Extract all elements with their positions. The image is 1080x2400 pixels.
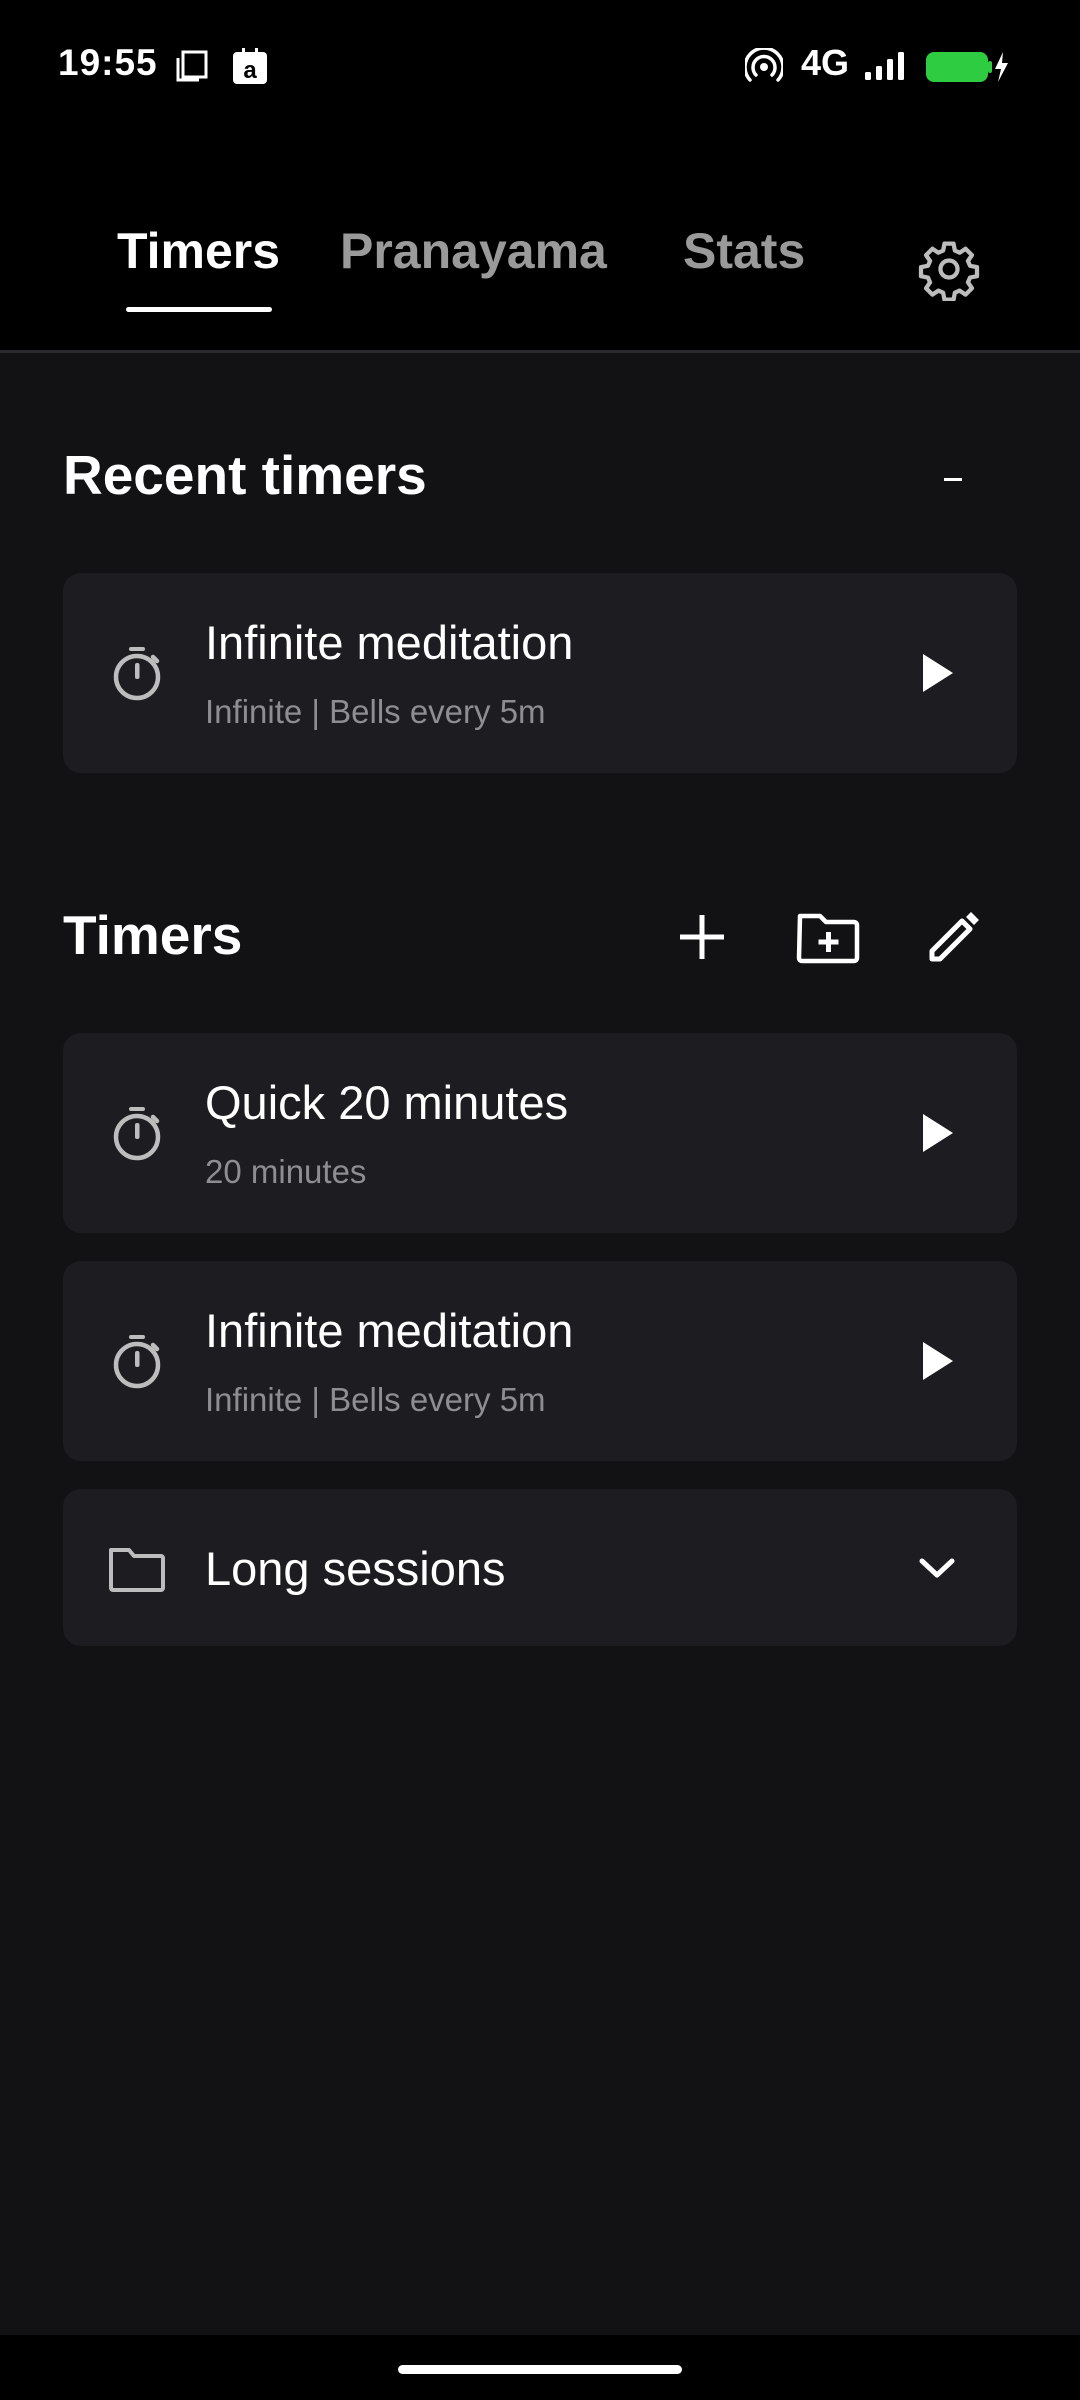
settings-button[interactable] [912,234,986,308]
edit-timers-button[interactable] [912,897,996,981]
timer-card-infinite[interactable]: Infinite meditation Infinite | Bells eve… [63,1261,1017,1461]
timers-heading: Timers [63,904,243,966]
play-icon[interactable] [907,643,967,703]
network-type: 4G [801,42,850,83]
timer-icon [107,1331,167,1391]
active-tab-indicator [126,307,272,312]
status-time: 19:55 [58,42,158,83]
app-notification-icon: a [230,46,270,91]
signal-icon [863,50,911,87]
battery-charging-icon [925,50,1009,89]
home-indicator[interactable] [398,2365,682,2374]
folder-title: Long sessions [205,1542,506,1595]
timer-subtitle: Infinite | Bells every 5m [205,1381,546,1418]
timer-card-quick[interactable]: Quick 20 minutes 20 minutes [63,1033,1017,1233]
add-folder-button[interactable] [786,897,870,981]
tab-timers[interactable]: Timers [117,222,280,280]
timer-subtitle: 20 minutes [205,1153,367,1190]
svg-text:a: a [243,57,257,84]
hotspot-icon [743,46,785,91]
timer-icon [107,643,167,703]
plus-icon [676,911,728,968]
status-bar: 19:55 a 4G [0,0,1080,130]
pencil-icon [924,907,984,972]
minus-icon [942,470,966,488]
add-timer-button[interactable] [660,897,744,981]
tab-pranayama[interactable]: Pranayama [340,222,607,280]
navigation-bar [0,2335,1080,2400]
timer-subtitle: Infinite | Bells every 5m [205,693,546,730]
tab-bar: Timers Pranayama Stats [0,130,1080,353]
main-content: Recent timers Infinite meditation Infini… [0,353,1080,2335]
play-icon[interactable] [907,1331,967,1391]
folder-card-long-sessions[interactable]: Long sessions [63,1489,1017,1646]
folder-add-icon [796,910,860,969]
gear-icon [917,237,981,306]
tab-stats[interactable]: Stats [683,222,805,280]
timer-title: Infinite meditation [205,616,574,669]
play-icon[interactable] [907,1103,967,1163]
timer-icon [107,1103,167,1163]
screen-mirror-icon [175,50,209,87]
recent-timers-heading: Recent timers [63,444,427,506]
collapse-recent-button[interactable] [912,437,996,521]
chevron-down-icon[interactable] [907,1538,967,1598]
timer-title: Quick 20 minutes [205,1076,569,1129]
timer-title: Infinite meditation [205,1304,574,1357]
recent-timer-card[interactable]: Infinite meditation Infinite | Bells eve… [63,573,1017,773]
folder-icon [107,1538,167,1598]
